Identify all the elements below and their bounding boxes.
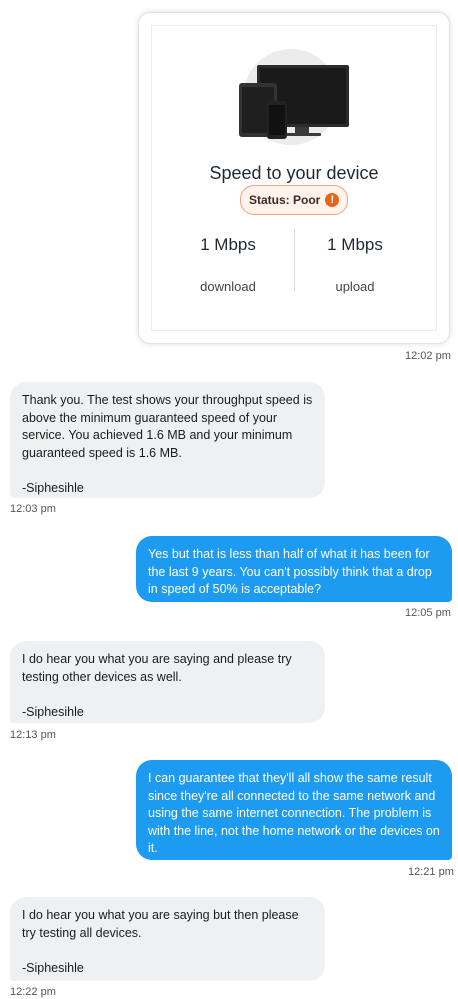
message-timestamp: 12:05 pm (405, 607, 451, 619)
outgoing-message[interactable]: I can guarantee that they'll all show th… (136, 760, 452, 860)
status-label: Status: Poor (249, 193, 321, 207)
speed-card-title: Speed to your device (209, 163, 379, 183)
incoming-message[interactable]: I do hear you what you are saying and pl… (10, 641, 325, 723)
speed-test-card[interactable]: Speed to your device Status: Poor ! 1 Mb… (138, 12, 450, 344)
incoming-message[interactable]: I do hear you what you are saying but th… (10, 897, 325, 981)
upload-label: upload (335, 279, 375, 294)
incoming-message[interactable]: Thank you. The test shows your throughpu… (10, 382, 325, 498)
upload-metric: 1 Mbps upload (290, 235, 420, 294)
conversation-view: Speed to your device Status: Poor ! 1 Mb… (0, 0, 458, 999)
alert-icon: ! (325, 193, 340, 207)
outgoing-message[interactable]: Yes but that is less than half of what i… (136, 536, 452, 602)
status-badge: Status: Poor ! (240, 185, 349, 215)
download-metric: 1 Mbps download (163, 235, 293, 294)
message-timestamp: 12:22 pm (10, 986, 56, 998)
message-timestamp: 12:13 pm (10, 729, 56, 741)
devices-icon (239, 65, 349, 139)
upload-value: 1 Mbps (327, 235, 383, 254)
download-label: download (200, 279, 256, 294)
message-timestamp: 12:03 pm (10, 503, 56, 515)
download-value: 1 Mbps (200, 235, 256, 254)
message-timestamp: 12:02 pm (405, 350, 451, 362)
message-timestamp: 12:21 pm (408, 866, 454, 878)
